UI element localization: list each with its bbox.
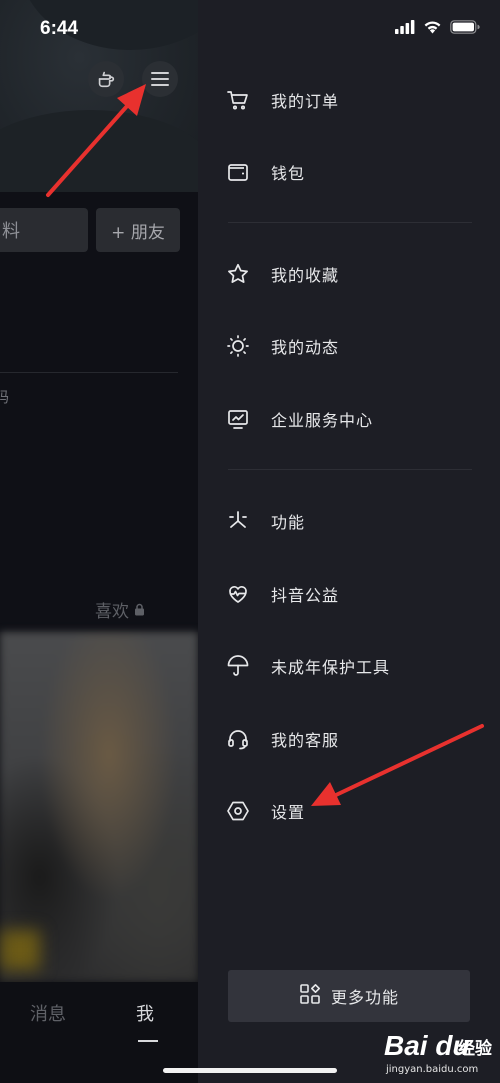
headset-icon xyxy=(226,727,250,751)
asterisk-icon xyxy=(226,509,250,533)
more-features-button[interactable]: 更多功能 xyxy=(228,970,470,1022)
menu-item-orders[interactable]: 我的订单 xyxy=(226,82,339,118)
baidu-logo: Bai du xyxy=(384,1030,470,1061)
menu-item-wallet[interactable]: 钱包 xyxy=(226,154,305,190)
menu-item-label: 我的动态 xyxy=(271,338,340,357)
grid-apps-icon xyxy=(299,983,321,1009)
heart-pulse-icon xyxy=(226,582,250,606)
profile-background: 料 + 朋友 码 喜欢 消息 我 xyxy=(0,0,198,1083)
status-time: 6:44 xyxy=(40,18,79,39)
side-drawer: 我的订单 钱包 我的收藏 我的动态 企业服务中心 功能 抖音公益 未成年保护工具… xyxy=(198,0,500,1083)
hamburger-icon xyxy=(151,72,169,86)
watermark-url: jingyan.baidu.com xyxy=(386,1064,479,1075)
menu-button[interactable] xyxy=(142,61,178,97)
tab-likes[interactable]: 喜欢 xyxy=(95,597,145,622)
chart-monitor-icon xyxy=(226,407,250,431)
add-friend-button[interactable]: + 朋友 xyxy=(96,208,180,252)
menu-item-customer-service[interactable]: 我的客服 xyxy=(226,721,339,757)
sun-icon xyxy=(226,334,250,358)
hexagon-gear-icon xyxy=(226,799,250,823)
menu-item-label: 我的客服 xyxy=(271,731,340,750)
tab-likes-label: 喜欢 xyxy=(95,602,129,622)
hand-icon xyxy=(98,71,115,88)
star-icon xyxy=(226,262,250,286)
nav-me[interactable]: 我 xyxy=(136,1000,154,1026)
drawer-divider xyxy=(228,222,472,223)
edit-profile-label: 料 xyxy=(2,221,20,242)
lock-icon xyxy=(135,603,144,616)
menu-item-label: 未成年保护工具 xyxy=(271,658,391,677)
wallet-icon xyxy=(226,160,250,184)
menu-item-label: 抖音公益 xyxy=(271,586,340,605)
wifi-icon xyxy=(424,21,441,34)
nav-messages[interactable]: 消息 xyxy=(30,1000,66,1026)
status-icons xyxy=(395,20,480,34)
menu-item-features[interactable]: 功能 xyxy=(226,503,305,539)
menu-item-label: 功能 xyxy=(271,513,306,532)
drawer-divider xyxy=(228,469,472,470)
profile-header xyxy=(0,0,198,250)
add-friend-label: + 朋友 xyxy=(111,222,165,243)
menu-item-favorites[interactable]: 我的收藏 xyxy=(226,256,339,292)
menu-item-settings[interactable]: 设置 xyxy=(226,793,305,829)
menu-item-charity[interactable]: 抖音公益 xyxy=(226,576,339,612)
menu-item-activity[interactable]: 我的动态 xyxy=(226,328,339,364)
hand-icon-button[interactable] xyxy=(88,61,124,97)
profile-body xyxy=(0,192,198,632)
menu-item-label: 我的订单 xyxy=(271,92,340,111)
menu-item-minor-protection[interactable]: 未成年保护工具 xyxy=(226,648,390,684)
profile-bio-fragment: 码 xyxy=(0,388,10,406)
profile-divider xyxy=(0,372,178,373)
more-features-label: 更多功能 xyxy=(330,988,399,1007)
umbrella-icon xyxy=(226,654,250,678)
cart-icon xyxy=(226,88,250,112)
watermark-brand: 经验 xyxy=(458,1039,492,1059)
edit-profile-button[interactable]: 料 xyxy=(0,208,88,252)
menu-item-label: 设置 xyxy=(271,803,306,822)
battery-icon xyxy=(450,20,480,34)
baidu-watermark: Bai du 经验 jingyan.baidu.com xyxy=(380,1024,498,1082)
menu-item-label: 钱包 xyxy=(271,164,306,183)
nav-me-indicator xyxy=(138,1040,158,1042)
menu-item-label: 企业服务中心 xyxy=(271,411,374,430)
menu-item-label: 我的收藏 xyxy=(271,266,340,285)
cellular-signal-icon xyxy=(395,20,415,34)
home-indicator xyxy=(163,1068,337,1073)
menu-item-enterprise[interactable]: 企业服务中心 xyxy=(226,401,373,437)
